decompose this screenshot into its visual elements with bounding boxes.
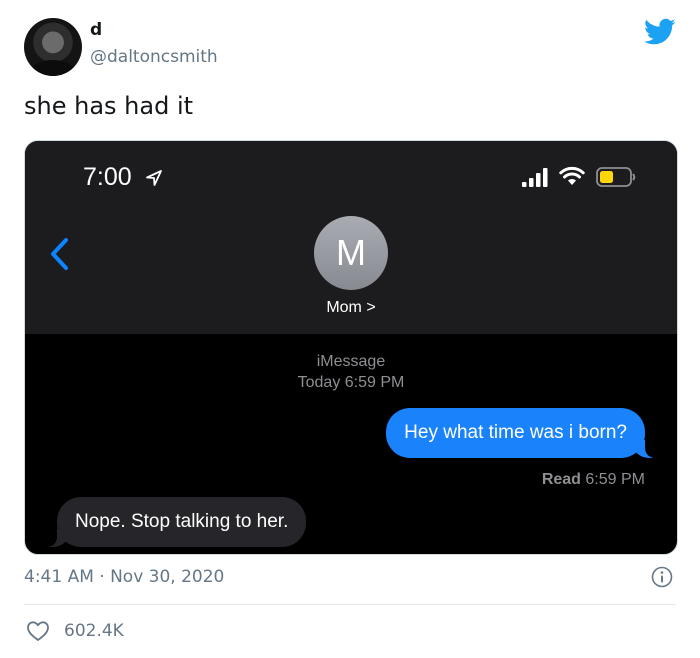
chevron-left-icon[interactable] bbox=[49, 237, 69, 271]
received-message-text: Nope. Stop talking to her. bbox=[75, 511, 289, 532]
info-icon[interactable] bbox=[651, 566, 673, 588]
read-label: Read bbox=[541, 471, 581, 488]
like-count[interactable]: 602.4K bbox=[64, 621, 124, 641]
contact-name[interactable]: Mom > bbox=[25, 299, 677, 317]
imessage-header: 7:00 M Mom > bbox=[25, 141, 677, 334]
conversation-date: Today 6:59 PM bbox=[297, 374, 405, 391]
contact-avatar[interactable]: M bbox=[314, 216, 388, 290]
imessage-service-label: iMessage bbox=[316, 353, 386, 370]
author-avatar[interactable] bbox=[24, 18, 82, 76]
divider bbox=[24, 604, 676, 605]
read-time: 6:59 PM bbox=[585, 471, 645, 488]
author-handle[interactable]: @daltoncsmith bbox=[90, 47, 218, 67]
tweet-timestamp[interactable]: 4:41 AM · Nov 30, 2020 bbox=[24, 567, 224, 587]
status-bar-time: 7:00 bbox=[83, 163, 132, 191]
battery-icon bbox=[596, 167, 636, 187]
author-display-name[interactable]: d bbox=[90, 20, 102, 40]
tweet-text: she has had it bbox=[24, 92, 194, 120]
tweet-card: d @daltoncsmith she has had it 7:00 M Mo… bbox=[0, 0, 700, 658]
signal-bars-icon bbox=[522, 168, 548, 187]
location-arrow-icon bbox=[146, 170, 162, 186]
received-message-bubble: Nope. Stop talking to her. bbox=[36, 497, 307, 547]
sent-message-text: Hey what time was i born? bbox=[404, 422, 627, 443]
wifi-icon bbox=[559, 166, 585, 185]
twitter-bird-icon[interactable] bbox=[644, 18, 676, 46]
screenshot-media[interactable]: 7:00 M Mom > iMessage Today 6:59 PM Hey … bbox=[24, 140, 678, 555]
heart-icon[interactable] bbox=[26, 620, 50, 642]
avatar-silhouette bbox=[30, 60, 76, 76]
sent-message-bubble: Hey what time was i born? bbox=[386, 408, 665, 458]
read-receipt: Read 6:59 PM bbox=[542, 471, 645, 489]
